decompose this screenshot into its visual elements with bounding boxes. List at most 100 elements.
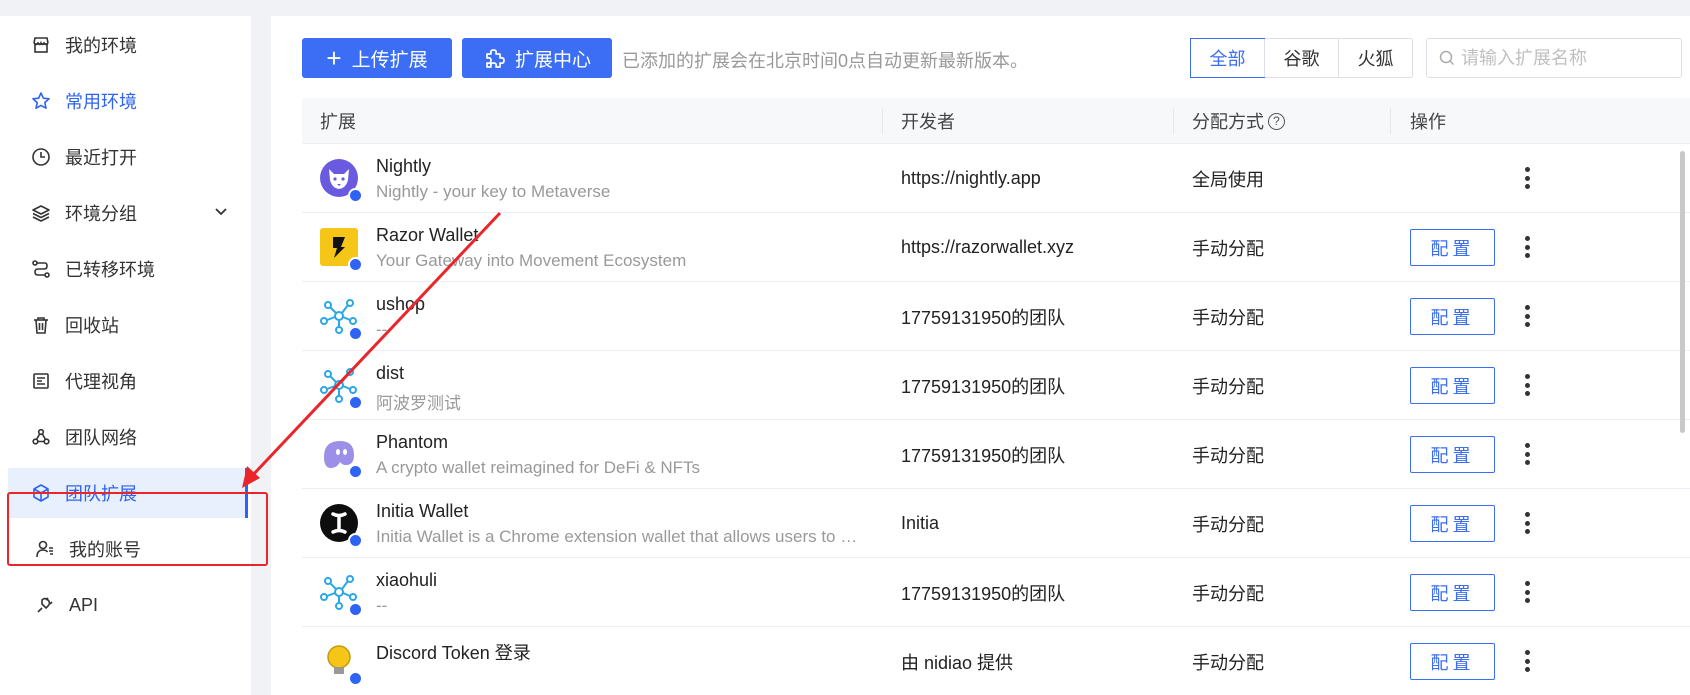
filter-chrome[interactable]: 谷歌 xyxy=(1264,39,1338,77)
chrome-badge-icon xyxy=(348,464,363,479)
filter-all[interactable]: 全部 xyxy=(1190,38,1265,78)
more-icon[interactable] xyxy=(1520,578,1534,606)
razor-logo-icon xyxy=(320,228,363,272)
more-icon[interactable] xyxy=(1520,164,1534,192)
chrome-badge-icon xyxy=(348,395,363,410)
config-button[interactable]: 配置 xyxy=(1410,229,1495,266)
sidebar-item-label: 我的账号 xyxy=(69,540,141,560)
developer: Initia xyxy=(901,513,940,533)
chrome-badge-icon xyxy=(348,257,363,272)
more-icon[interactable] xyxy=(1520,371,1534,399)
more-icon[interactable] xyxy=(1520,302,1534,330)
cube-icon xyxy=(30,482,52,504)
distribution: 手动分配 xyxy=(1192,583,1264,604)
sidebar-item-transferred[interactable]: 已转移环境 xyxy=(8,244,248,294)
sidebar-item-label: 环境分组 xyxy=(65,204,137,224)
plug-icon xyxy=(34,594,56,616)
extension-desc: 阿波罗测试 xyxy=(376,394,461,413)
table-row: Phantom A crypto wallet reimagined for D… xyxy=(302,420,1690,489)
proxy-icon xyxy=(30,370,52,392)
sidebar-item-team-network[interactable]: 团队网络 xyxy=(8,412,248,462)
extension-desc: -- xyxy=(376,320,388,339)
developer: https://nightly.app xyxy=(901,168,1041,188)
extension-name: dist xyxy=(376,363,405,383)
header-distribution-label: 分配方式 xyxy=(1192,112,1264,132)
upload-extension-button[interactable]: + 上传扩展 xyxy=(302,38,452,78)
vertical-scrollbar[interactable] xyxy=(1680,151,1685,433)
search-input[interactable] xyxy=(1461,47,1661,69)
header-divider xyxy=(1390,108,1391,134)
extension-center-button[interactable]: 扩展中心 xyxy=(462,38,612,78)
sidebar-item-my-account[interactable]: 我的账号 xyxy=(8,524,248,574)
plus-icon: + xyxy=(326,43,342,73)
table-row: Initia Wallet Initia Wallet is a Chrome … xyxy=(302,489,1690,558)
table-row: dist 阿波罗测试 17759131950的团队 手动分配 配置 xyxy=(302,351,1690,420)
sidebar-item-favorites[interactable]: 常用环境 xyxy=(8,76,248,126)
chrome-badge-icon xyxy=(348,671,363,686)
config-button[interactable]: 配置 xyxy=(1410,367,1495,404)
extension-name: Razor Wallet xyxy=(376,225,479,245)
config-button[interactable]: 配置 xyxy=(1410,505,1495,542)
filter-firefox[interactable]: 火狐 xyxy=(1338,39,1412,77)
extension-name: ushop xyxy=(376,294,426,314)
extension-desc: Initia Wallet is a Chrome extension wall… xyxy=(376,527,866,546)
sidebar-item-proxy[interactable]: 代理视角 xyxy=(8,356,248,406)
sidebar-item-label: 最近打开 xyxy=(65,148,137,168)
table-header: 扩展 开发者 分配方式 ? 操作 xyxy=(302,98,1690,144)
more-icon[interactable] xyxy=(1520,233,1534,261)
network-icon xyxy=(30,426,52,448)
developer: https://razorwallet.xyz xyxy=(901,237,1075,257)
sidebar-item-recycle[interactable]: 回收站 xyxy=(8,300,248,350)
chrome-badge-icon xyxy=(348,326,363,341)
fox-logo-icon xyxy=(320,159,363,203)
puzzle-icon xyxy=(486,49,505,68)
chevron-down-icon[interactable] xyxy=(214,204,228,218)
extension-name: Phantom xyxy=(376,432,449,452)
extension-desc: Your Gateway into Movement Ecosystem xyxy=(376,251,687,270)
extension-desc: Nightly - your key to Metaverse xyxy=(376,182,611,201)
toolbar: + 上传扩展 扩展中心 已添加的扩展会在北京时间0点自动更新最新版本。 全部 谷… xyxy=(302,38,1682,78)
more-icon[interactable] xyxy=(1520,509,1534,537)
sidebar-item-groups[interactable]: 环境分组 xyxy=(8,188,248,238)
config-button[interactable]: 配置 xyxy=(1410,298,1495,335)
chrome-badge-icon xyxy=(348,602,363,617)
config-button[interactable]: 配置 xyxy=(1410,643,1495,680)
config-button[interactable]: 配置 xyxy=(1410,574,1495,611)
sidebar-item-team-extensions[interactable]: 团队扩展 xyxy=(8,468,248,518)
table-row: ushop -- 17759131950的团队 手动分配 配置 xyxy=(302,282,1690,351)
sidebar-item-label: 常用环境 xyxy=(65,92,137,112)
extension-name: Initia Wallet xyxy=(376,501,469,521)
sidebar-item-recent[interactable]: 最近打开 xyxy=(8,132,248,182)
table-row: Discord Token 登录 由 nidiao 提供 手动分配 配置 xyxy=(302,627,1690,695)
molecule-icon xyxy=(320,573,363,617)
extension-desc: A crypto wallet reimagined for DeFi & NF… xyxy=(376,458,701,477)
sidebar-item-label: 代理视角 xyxy=(65,372,137,392)
molecule-icon xyxy=(320,366,363,410)
chrome-badge-icon xyxy=(348,188,363,203)
extension-desc: -- xyxy=(376,596,388,615)
sidebar-item-label: API xyxy=(69,594,99,615)
distribution: 手动分配 xyxy=(1192,445,1264,466)
table-row: Nightly Nightly - your key to Metaverse … xyxy=(302,144,1690,213)
store-icon xyxy=(30,34,52,56)
header-actions: 操作 xyxy=(1410,112,1446,132)
developer: 由 nidiao 提供 xyxy=(901,652,1014,673)
sidebar-item-label: 回收站 xyxy=(65,316,119,336)
help-icon[interactable]: ? xyxy=(1268,112,1285,130)
bulb-icon xyxy=(320,642,363,686)
sidebar-item-api[interactable]: API xyxy=(8,580,248,630)
sidebar-item-label: 团队网络 xyxy=(65,428,137,448)
upload-extension-label: 上传扩展 xyxy=(351,49,428,71)
clock-icon xyxy=(30,146,52,168)
more-icon[interactable] xyxy=(1520,647,1534,675)
developer: 17759131950的团队 xyxy=(901,445,1066,466)
config-button[interactable]: 配置 xyxy=(1410,436,1495,473)
more-icon[interactable] xyxy=(1520,440,1534,468)
star-icon xyxy=(30,90,52,112)
sidebar-item-label: 团队扩展 xyxy=(65,484,137,504)
initia-logo-icon xyxy=(320,504,363,548)
main-panel: + 上传扩展 扩展中心 已添加的扩展会在北京时间0点自动更新最新版本。 全部 谷… xyxy=(271,16,1690,695)
table-row: xiaohuli -- 17759131950的团队 手动分配 配置 xyxy=(302,558,1690,627)
sidebar-item-my-env[interactable]: 我的环境 xyxy=(8,20,248,70)
developer: 17759131950的团队 xyxy=(901,307,1066,328)
